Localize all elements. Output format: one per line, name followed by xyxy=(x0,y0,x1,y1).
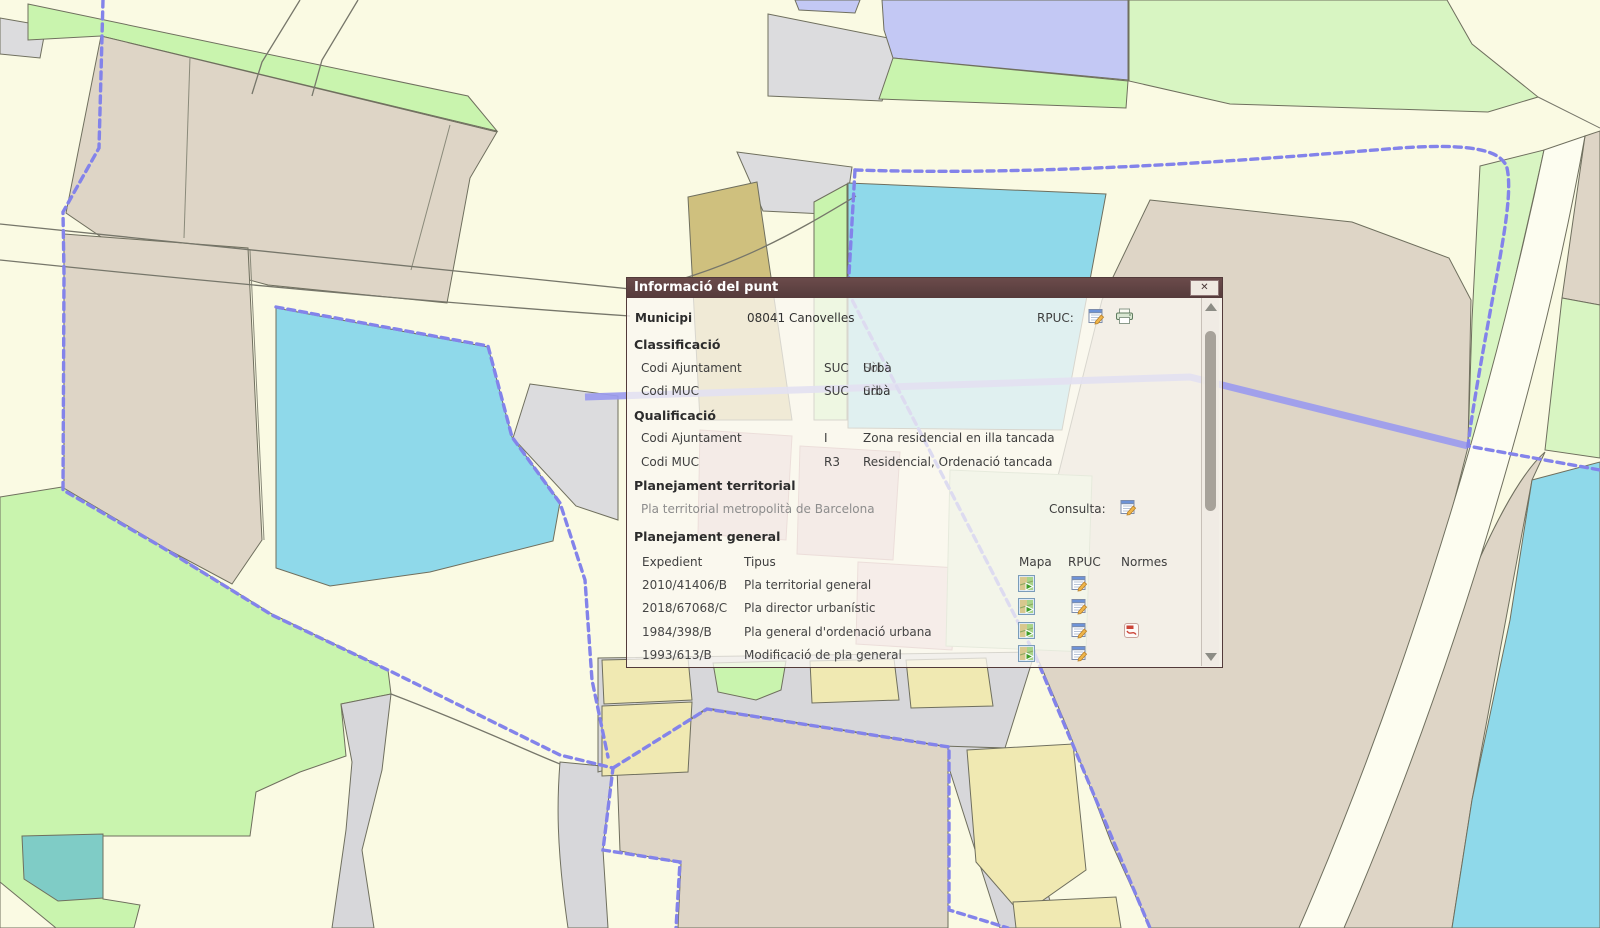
rpuc-doc-icon[interactable] xyxy=(1071,598,1090,615)
tipus-cell: Pla director urbanístic xyxy=(744,601,875,615)
rpuc-doc-icon[interactable] xyxy=(1071,645,1090,662)
expedient-cell: 2018/67068/C xyxy=(642,601,727,615)
planejament-general-rows: 2010/41406/B Pla territorial general 2018/… xyxy=(627,278,1222,667)
plan-row: 2010/41406/B Pla territorial general xyxy=(627,578,1222,598)
scroll-down-arrow[interactable] xyxy=(1205,653,1217,661)
rpuc-doc-icon[interactable] xyxy=(1071,575,1090,592)
plan-row: 1984/398/B Pla general d'ordenació urbana xyxy=(627,625,1222,645)
expedient-cell: 2010/41406/B xyxy=(642,578,727,592)
tipus-cell: Pla territorial general xyxy=(744,578,871,592)
tipus-cell: Modificació de pla general xyxy=(744,648,902,662)
scrollbar[interactable] xyxy=(1201,298,1219,666)
scroll-thumb[interactable] xyxy=(1205,331,1216,511)
mapa-icon[interactable] xyxy=(1018,645,1037,662)
tipus-cell: Pla general d'ordenació urbana xyxy=(744,625,932,639)
expedient-cell: 1993/613/B xyxy=(642,648,712,662)
mapa-icon[interactable] xyxy=(1018,598,1037,615)
rpuc-doc-icon[interactable] xyxy=(1071,622,1090,639)
muc-map-viewer: Informació del punt ✕ Municipi 08041 Can… xyxy=(0,0,1600,928)
info-popup: Informació del punt ✕ Municipi 08041 Can… xyxy=(626,277,1223,668)
expedient-cell: 1984/398/B xyxy=(642,625,712,639)
mapa-icon[interactable] xyxy=(1018,575,1037,592)
scroll-up-arrow[interactable] xyxy=(1205,303,1217,311)
plan-row: 2018/67068/C Pla director urbanístic xyxy=(627,601,1222,621)
plan-row: 1993/613/B Modificació de pla general xyxy=(627,648,1222,668)
mapa-icon[interactable] xyxy=(1018,622,1037,639)
normes-pdf-icon[interactable] xyxy=(1123,622,1142,639)
